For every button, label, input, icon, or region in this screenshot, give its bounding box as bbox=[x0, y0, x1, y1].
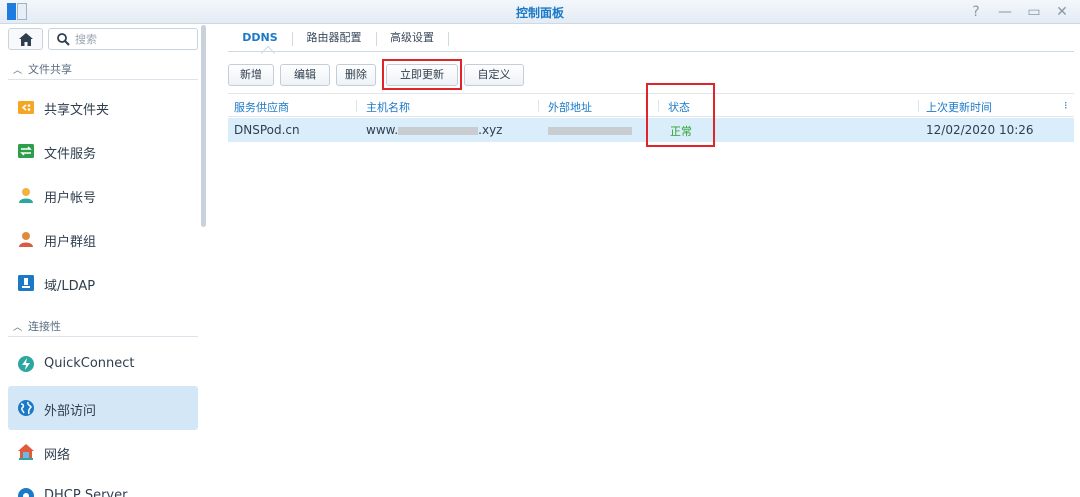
tab-router-config[interactable]: 路由器配置 bbox=[292, 27, 376, 53]
network-home-icon bbox=[18, 444, 34, 460]
add-button[interactable]: 新增 bbox=[228, 64, 274, 86]
help-icon[interactable]: ? bbox=[966, 2, 986, 22]
sidebar-item-dhcp-server[interactable]: DHCP Server bbox=[8, 474, 198, 497]
cell-last-update: 12/02/2020 10:26 bbox=[926, 123, 1034, 137]
edit-button[interactable]: 编辑 bbox=[280, 64, 330, 86]
section-label: 连接性 bbox=[28, 320, 62, 333]
tab-advanced-settings[interactable]: 高级设置 bbox=[376, 27, 448, 53]
main-panel: DDNS 路由器配置 高级设置 新增 编辑 删除 立即更新 自定义 服务供应商 … bbox=[214, 25, 1080, 497]
sidebar: ︿ 文件共享 共享文件夹 文件服务 用户帐号 用户群组 域/LDAP ︿ 连接性 Q… bbox=[0, 25, 208, 497]
sidebar-item-label: 域/LDAP bbox=[44, 279, 96, 294]
sidebar-item-label: DHCP Server bbox=[44, 488, 128, 497]
column-menu-icon[interactable]: ⁝ bbox=[1064, 99, 1068, 112]
globe-icon bbox=[18, 400, 34, 416]
dhcp-icon bbox=[18, 488, 34, 497]
sidebar-item-shared-folder[interactable]: 共享文件夹 bbox=[8, 85, 198, 129]
section-file-sharing[interactable]: ︿ 文件共享 bbox=[13, 61, 72, 77]
cell-provider: DNSPod.cn bbox=[234, 123, 300, 137]
sidebar-item-label: QuickConnect bbox=[44, 356, 135, 371]
sidebar-item-file-services[interactable]: 文件服务 bbox=[8, 129, 198, 173]
redacted-hostname bbox=[398, 126, 479, 135]
ldap-icon bbox=[18, 275, 34, 291]
home-button[interactable] bbox=[8, 28, 43, 50]
home-icon bbox=[19, 33, 33, 46]
search-icon bbox=[57, 33, 70, 46]
sidebar-item-user-accounts[interactable]: 用户帐号 bbox=[8, 173, 198, 217]
column-header-provider[interactable]: 服务供应商 bbox=[234, 99, 289, 115]
sidebar-item-quickconnect[interactable]: QuickConnect bbox=[8, 342, 198, 386]
file-services-icon bbox=[18, 144, 34, 158]
sidebar-item-label: 外部访问 bbox=[44, 404, 97, 419]
tab-ddns[interactable]: DDNS bbox=[228, 27, 292, 53]
sidebar-item-label: 文件服务 bbox=[44, 147, 97, 162]
sidebar-scrollbar[interactable] bbox=[201, 25, 206, 227]
title-bar: 控制面板 ? — ▭ ✕ bbox=[0, 0, 1080, 24]
sidebar-item-label: 用户帐号 bbox=[44, 191, 97, 206]
status-column-highlight bbox=[646, 83, 715, 147]
sidebar-item-label: 用户群组 bbox=[44, 235, 97, 250]
search-box[interactable] bbox=[48, 28, 198, 50]
sidebar-item-ldap[interactable]: 域/LDAP bbox=[8, 261, 198, 305]
group-icon bbox=[19, 232, 33, 247]
sidebar-item-label: 网络 bbox=[44, 448, 71, 463]
sidebar-item-external-access[interactable]: 外部访问 bbox=[8, 386, 198, 430]
column-header-external-address[interactable]: 外部地址 bbox=[548, 99, 592, 115]
section-connectivity[interactable]: ︿ 连接性 bbox=[13, 318, 61, 334]
close-icon[interactable]: ✕ bbox=[1052, 2, 1072, 22]
custom-button[interactable]: 自定义 bbox=[464, 64, 524, 86]
search-input[interactable] bbox=[75, 31, 185, 47]
quickconnect-icon bbox=[18, 356, 34, 372]
chevron-up-icon: ︿ bbox=[13, 323, 23, 333]
minimize-icon[interactable]: — bbox=[995, 2, 1015, 22]
sidebar-item-label: 共享文件夹 bbox=[44, 103, 110, 118]
delete-button[interactable]: 删除 bbox=[336, 64, 376, 86]
redacted-external-address bbox=[548, 126, 632, 135]
chevron-up-icon: ︿ bbox=[13, 66, 23, 76]
sidebar-item-user-groups[interactable]: 用户群组 bbox=[8, 217, 198, 261]
sidebar-item-network[interactable]: 网络 bbox=[8, 430, 198, 474]
section-label: 文件共享 bbox=[28, 63, 73, 76]
maximize-icon[interactable]: ▭ bbox=[1024, 2, 1044, 22]
column-header-last-update[interactable]: 上次更新时间 bbox=[926, 99, 992, 115]
cell-hostname: www. .xyz bbox=[366, 123, 503, 137]
cell-external-address bbox=[548, 123, 632, 137]
shared-folder-icon bbox=[18, 101, 34, 114]
update-now-highlight bbox=[382, 59, 462, 90]
window-title: 控制面板 bbox=[515, 6, 564, 20]
column-header-hostname[interactable]: 主机名称 bbox=[366, 99, 410, 115]
user-icon bbox=[19, 188, 33, 203]
